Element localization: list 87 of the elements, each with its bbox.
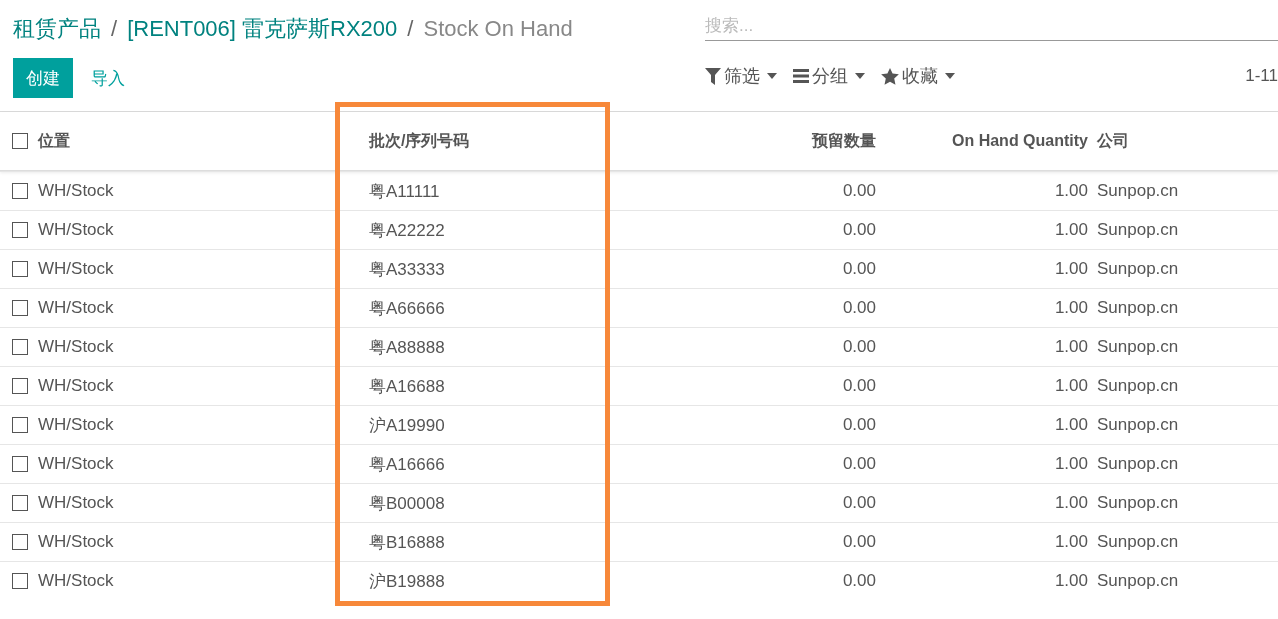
caret-icon bbox=[855, 73, 865, 79]
table-cell-text: 1.00 bbox=[1053, 532, 1089, 552]
table-cell-text: 1.00 bbox=[1053, 298, 1089, 318]
row-checkbox[interactable] bbox=[12, 222, 28, 238]
table-cell-text: 1.00 bbox=[1053, 181, 1089, 201]
table-cell-text: Sunpop.cn bbox=[1097, 259, 1180, 279]
table-cell-text: WH/Stock bbox=[38, 337, 115, 357]
table-cell-text: 粤A22222 bbox=[368, 219, 446, 242]
table-cell-text: Sunpop.cn bbox=[1097, 337, 1180, 357]
row-checkbox[interactable] bbox=[12, 339, 28, 355]
table-cell-text: 0.00 bbox=[841, 181, 877, 201]
table-cell-text: 沪A19990 bbox=[368, 414, 446, 437]
table-cell-text: 1.00 bbox=[1053, 376, 1089, 396]
column-header[interactable]: 位置 bbox=[38, 130, 335, 152]
table-cell-text: 0.00 bbox=[841, 454, 877, 474]
table-cell-text: 粤A33333 bbox=[368, 258, 446, 281]
table-cell-text: 0.00 bbox=[841, 220, 877, 240]
table-cell-text: WH/Stock bbox=[38, 298, 115, 318]
caret-icon bbox=[945, 73, 955, 79]
row-checkbox[interactable] bbox=[12, 378, 28, 394]
table-cell-text: Sunpop.cn bbox=[1097, 532, 1180, 552]
column-header[interactable]: 公司 bbox=[1097, 130, 1278, 152]
table-cell-text: 1.00 bbox=[1053, 571, 1089, 591]
table-cell-text: WH/Stock bbox=[38, 259, 115, 279]
table-cell-text: WH/Stock bbox=[38, 181, 115, 201]
table-cell-text: WH/Stock bbox=[38, 532, 115, 552]
filter-icon bbox=[705, 67, 721, 85]
table-cell-text: 粤A16688 bbox=[368, 375, 446, 398]
table-cell-text: 沪B19888 bbox=[368, 570, 446, 593]
row-checkbox[interactable] bbox=[12, 417, 28, 433]
table-cell-text: 0.00 bbox=[841, 415, 877, 435]
column-header[interactable]: 预留数量 bbox=[610, 130, 885, 152]
table-cell-text: WH/Stock bbox=[38, 415, 115, 435]
row-checkbox[interactable] bbox=[12, 495, 28, 511]
row-checkbox[interactable] bbox=[12, 183, 28, 199]
table-cell-text: WH/Stock bbox=[38, 454, 115, 474]
table-cell-text: WH/Stock bbox=[38, 376, 115, 396]
group-dropdown[interactable]: 分组 bbox=[793, 64, 881, 88]
table-cell-text: 1.00 bbox=[1053, 337, 1089, 357]
table-cell-text: 粤B16888 bbox=[368, 531, 446, 554]
table-cell-text: 1.00 bbox=[1053, 220, 1089, 240]
table-cell-text: 1.00 bbox=[1053, 493, 1089, 513]
breadcrumb-separator: / bbox=[407, 16, 414, 42]
table-cell-text: 0.00 bbox=[841, 376, 877, 396]
list-icon bbox=[793, 69, 809, 83]
star-icon bbox=[881, 67, 899, 85]
pager-value[interactable]: 1-11 bbox=[1245, 66, 1278, 86]
table-cell-text: 0.00 bbox=[841, 259, 877, 279]
table-cell-text: 0.00 bbox=[841, 571, 877, 591]
row-checkbox[interactable] bbox=[12, 261, 28, 277]
table-cell-text: 1.00 bbox=[1053, 415, 1089, 435]
table-cell-text: 0.00 bbox=[841, 298, 877, 318]
table-cell-text: Sunpop.cn bbox=[1097, 181, 1180, 201]
favorite-dropdown[interactable]: 收藏 bbox=[881, 64, 971, 88]
breadcrumb-separator: / bbox=[111, 16, 118, 42]
column-header[interactable]: 批次/序列号码 bbox=[335, 130, 610, 152]
table-cell-text: Sunpop.cn bbox=[1097, 571, 1180, 591]
table-cell-text: 粤A66666 bbox=[368, 297, 446, 320]
column-header[interactable]: On Hand Quantity bbox=[885, 132, 1097, 150]
table-cell-text: 粤A16666 bbox=[368, 453, 446, 476]
row-checkbox[interactable] bbox=[12, 456, 28, 472]
table-cell-text: 1.00 bbox=[1053, 259, 1089, 279]
table-cell-text: WH/Stock bbox=[38, 493, 115, 513]
table-cell-text: 粤B00008 bbox=[368, 492, 446, 515]
caret-icon bbox=[767, 73, 777, 79]
table-cell-text: Sunpop.cn bbox=[1097, 415, 1180, 435]
table-cell-text: WH/Stock bbox=[38, 571, 115, 591]
table-cell-text: Sunpop.cn bbox=[1097, 298, 1180, 318]
table-cell-text: 0.00 bbox=[841, 493, 877, 513]
row-checkbox[interactable] bbox=[12, 300, 28, 316]
select-all-checkbox[interactable] bbox=[12, 133, 28, 149]
table-cell-text: WH/Stock bbox=[38, 220, 115, 240]
table-cell-text: 0.00 bbox=[841, 337, 877, 357]
breadcrumb-link[interactable]: 租赁产品 bbox=[13, 14, 101, 44]
row-checkbox[interactable] bbox=[12, 573, 28, 589]
table-cell-text: 粤A88888 bbox=[368, 336, 446, 359]
table-cell-text: 粤A11111 bbox=[368, 180, 441, 203]
table-cell-text: Sunpop.cn bbox=[1097, 220, 1180, 240]
filter-dropdown[interactable]: 筛选 bbox=[705, 64, 793, 88]
page-title: Stock On Hand bbox=[423, 16, 573, 42]
row-checkbox[interactable] bbox=[12, 534, 28, 550]
table-cell-text: 0.00 bbox=[841, 532, 877, 552]
table-cell-text: Sunpop.cn bbox=[1097, 493, 1180, 513]
table-cell-text: Sunpop.cn bbox=[1097, 376, 1180, 396]
breadcrumb-link[interactable]: [RENT006] 雷克萨斯RX200 bbox=[127, 14, 398, 44]
table-cell-text: 1.00 bbox=[1053, 454, 1089, 474]
table-cell-text: Sunpop.cn bbox=[1097, 454, 1180, 474]
